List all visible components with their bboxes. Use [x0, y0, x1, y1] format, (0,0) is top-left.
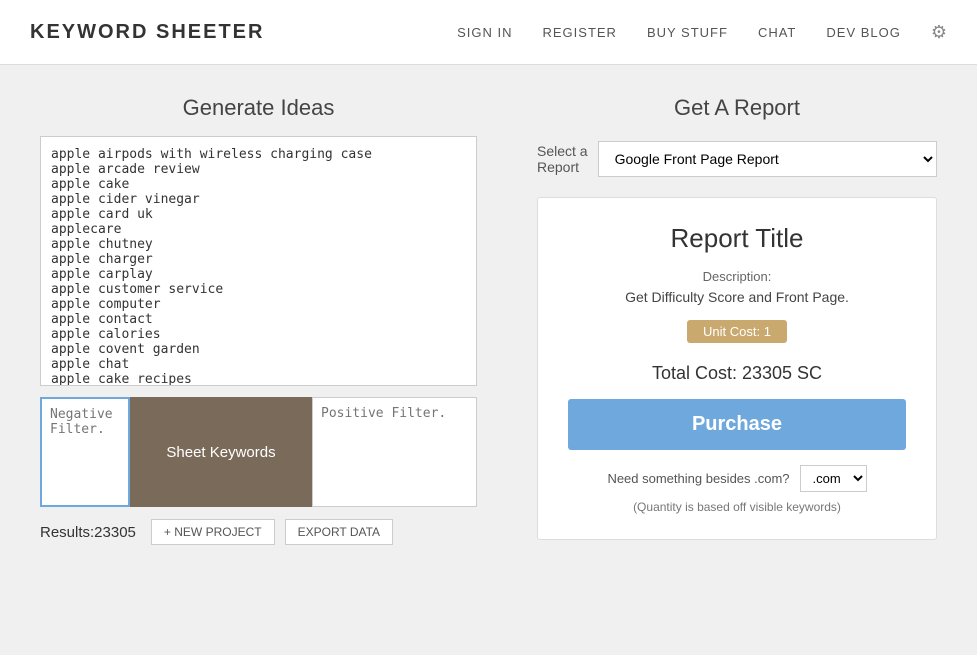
- generate-ideas-title: Generate Ideas: [40, 95, 477, 121]
- settings-icon[interactable]: ⚙: [931, 22, 947, 43]
- main-content: Generate Ideas apple airpods with wirele…: [0, 65, 977, 575]
- nav-register[interactable]: REGISTER: [542, 25, 616, 40]
- report-card-title: Report Title: [568, 223, 906, 254]
- negative-filter-input[interactable]: [40, 397, 130, 507]
- results-row: Results:23305 + NEW PROJECT EXPORT DATA: [40, 519, 477, 545]
- total-cost: Total Cost: 23305 SC: [568, 363, 906, 384]
- report-select[interactable]: Google Front Page Report Other Report: [598, 141, 937, 177]
- tld-label: Need something besides .com?: [607, 471, 789, 486]
- export-data-button[interactable]: EXPORT DATA: [285, 519, 393, 545]
- keywords-textarea[interactable]: apple airpods with wireless charging cas…: [40, 136, 477, 386]
- get-report-title: Get A Report: [537, 95, 937, 121]
- nav-sign-in[interactable]: SIGN IN: [457, 25, 512, 40]
- tld-select[interactable]: .com .net .org: [800, 465, 867, 492]
- right-panel: Get A Report Select aReport Google Front…: [537, 95, 937, 545]
- nav: SIGN IN REGISTER BUY STUFF CHAT DEV BLOG…: [457, 22, 947, 43]
- nav-buy-stuff[interactable]: BUY STUFF: [647, 25, 728, 40]
- unit-cost-badge: Unit Cost: 1: [687, 320, 787, 343]
- nav-chat[interactable]: CHAT: [758, 25, 796, 40]
- tld-row: Need something besides .com? .com .net .…: [568, 465, 906, 492]
- select-report-label: Select aReport: [537, 143, 588, 175]
- logo: KEYWORD SHEETER: [30, 21, 264, 44]
- purchase-button[interactable]: Purchase: [568, 399, 906, 450]
- description-label: Description:: [568, 269, 906, 284]
- description-text: Get Difficulty Score and Front Page.: [568, 289, 906, 305]
- action-buttons: + NEW PROJECT EXPORT DATA: [151, 519, 393, 545]
- sheet-keywords-button[interactable]: Sheet Keywords: [130, 397, 312, 507]
- left-panel: Generate Ideas apple airpods with wirele…: [40, 95, 477, 545]
- report-card: Report Title Description: Get Difficulty…: [537, 197, 937, 540]
- nav-dev-blog[interactable]: DEV BLOG: [826, 25, 900, 40]
- filters-row: Sheet Keywords: [40, 397, 477, 507]
- positive-filter-input[interactable]: [312, 397, 477, 507]
- new-project-button[interactable]: + NEW PROJECT: [151, 519, 275, 545]
- quantity-note: (Quantity is based off visible keywords): [568, 500, 906, 514]
- header: KEYWORD SHEETER SIGN IN REGISTER BUY STU…: [0, 0, 977, 65]
- results-count: Results:23305: [40, 524, 136, 541]
- report-select-row: Select aReport Google Front Page Report …: [537, 141, 937, 177]
